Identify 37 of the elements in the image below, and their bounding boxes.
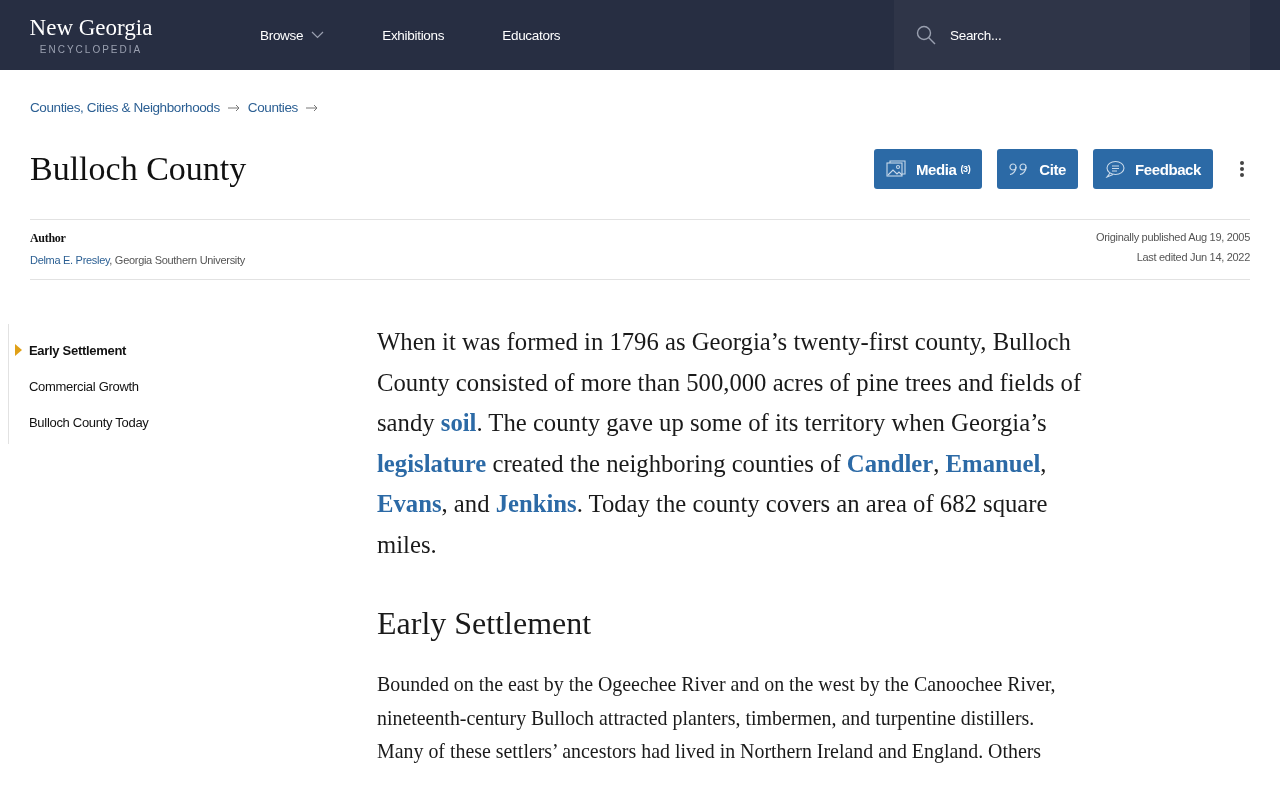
feedback-button[interactable]: Feedback bbox=[1093, 149, 1213, 189]
author-line: Delma E. Presley, Georgia Southern University bbox=[30, 254, 245, 266]
cite-button[interactable]: Cite bbox=[997, 149, 1078, 189]
text-link[interactable]: Emanuel bbox=[945, 449, 1041, 477]
intro-paragraph: When it was formed in 1796 as Georgia’s twenty-first county, Bulloch County consisted of more than 500,000 acres of pine trees and fields of sandy soil. The county gave up some of its territory when Georgia’s legislature created the neighboring counties of Candler, Emanuel, Evans, and Jenkins. Today the county covers an area of 682 square miles. bbox=[377, 327, 1082, 560]
search-field[interactable]: Search... bbox=[948, 26, 1152, 44]
edited-date: Last edited Jun 14, 2022 bbox=[1136, 251, 1250, 263]
breadcrumb-link[interactable]: Counties, Cities & Neighborhoods bbox=[30, 100, 220, 115]
search-icon bbox=[916, 25, 936, 45]
nav-link[interactable]: Educators bbox=[502, 27, 561, 43]
toc-item[interactable]: Commercial Growth bbox=[9, 368, 377, 404]
text-link[interactable]: Evans bbox=[377, 490, 442, 517]
quote-icon bbox=[1009, 163, 1030, 175]
toc-item[interactable]: Early Settlement bbox=[9, 332, 377, 368]
text-link[interactable]: Jenkins bbox=[495, 490, 577, 517]
image-icon bbox=[885, 160, 906, 178]
author-label: Author bbox=[30, 231, 67, 246]
section-heading: Early Settlement bbox=[377, 605, 593, 642]
breadcrumb-link[interactable]: Counties bbox=[247, 100, 298, 115]
text-link[interactable]: legislature bbox=[377, 449, 487, 477]
text-link[interactable]: soil bbox=[440, 409, 477, 436]
media-button[interactable]: Media (3) bbox=[873, 149, 983, 189]
nav-link[interactable]: Browse bbox=[260, 27, 325, 43]
logo-title[interactable]: New Georgia bbox=[29, 15, 153, 41]
more-icon bbox=[1240, 161, 1244, 177]
arrow-icon bbox=[305, 103, 318, 112]
page-title: Bulloch County bbox=[30, 150, 247, 188]
text-link[interactable]: Candler bbox=[846, 449, 934, 477]
toc-item[interactable]: Bulloch County Today bbox=[9, 404, 377, 440]
section-paragraph: Bounded on the east by the Ogeechee River and on the west by the Canoochee River, nineteenth-century Bulloch attracted planters, timbermen, and turpentine distillers. Many of these settlers’ ancestors had lived in Northern Ireland and England. Others bbox=[377, 672, 1057, 765]
speech-bubble-icon bbox=[1105, 160, 1125, 178]
published-date: Originally published Aug 19, 2005 bbox=[1096, 231, 1250, 243]
arrow-icon bbox=[227, 103, 240, 112]
caret-icon bbox=[311, 31, 325, 39]
marker-icon bbox=[15, 344, 22, 356]
nav-link[interactable]: Exhibitions bbox=[382, 27, 445, 43]
logo-subtitle: ENCYCLOPEDIA bbox=[39, 44, 143, 55]
